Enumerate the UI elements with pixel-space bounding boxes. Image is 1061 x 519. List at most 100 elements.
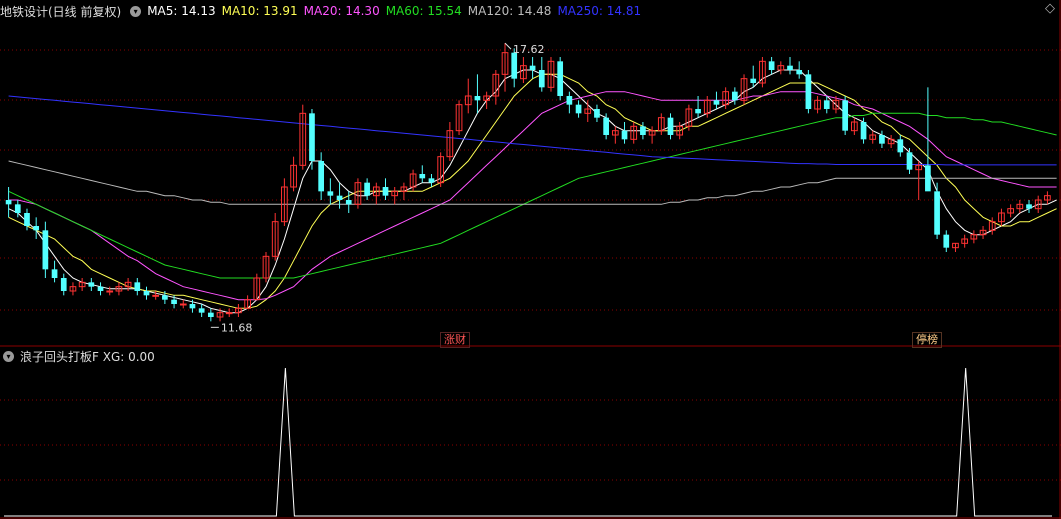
event-tag-2[interactable]: 停榜	[912, 332, 942, 348]
candle-body	[713, 100, 720, 105]
candle	[796, 61, 803, 79]
candle	[501, 43, 509, 92]
candle	[925, 87, 931, 192]
indicator-header: ▾ 浪子回头打板F XG: 0.00	[0, 347, 1061, 365]
candlestick-series[interactable]	[5, 43, 1051, 322]
candle	[648, 126, 656, 144]
candle	[271, 213, 279, 261]
candle-body	[336, 195, 343, 200]
candle	[97, 282, 104, 296]
candle	[455, 100, 463, 135]
signal-line	[4, 367, 1052, 517]
candle	[897, 135, 904, 157]
candle-body	[529, 65, 536, 70]
candle	[934, 182, 940, 239]
candle-body	[364, 182, 370, 196]
price-annotations: 17.62 11.68	[210, 42, 545, 334]
ma10-line	[8, 73, 1057, 309]
candle-body	[575, 104, 582, 114]
indicator-series	[4, 367, 1052, 517]
candle	[970, 230, 978, 244]
candle-body	[603, 117, 609, 135]
candle	[998, 208, 1005, 226]
candle	[529, 57, 536, 79]
indicator-toggle-icon[interactable]: ▾	[3, 350, 14, 362]
candle	[667, 113, 674, 140]
candle	[78, 278, 86, 291]
candle-body	[225, 312, 233, 315]
candle	[354, 178, 362, 209]
candle-body	[695, 109, 701, 114]
candle	[869, 130, 877, 144]
candle	[290, 156, 297, 192]
candle	[299, 104, 307, 170]
candle	[611, 126, 619, 144]
candle	[372, 182, 380, 205]
candle-body	[842, 100, 849, 131]
candle-body	[419, 174, 426, 179]
candle	[777, 61, 785, 75]
candle	[474, 74, 481, 114]
candle	[318, 152, 325, 200]
ma120-label: MA120: 14.48	[467, 4, 552, 18]
candle-body	[1026, 204, 1032, 209]
candle	[391, 187, 399, 205]
candle-body	[943, 234, 950, 248]
candle-body	[640, 126, 646, 135]
candle	[483, 91, 490, 109]
settings-toggle-icon[interactable]: ▾	[130, 5, 142, 17]
candle-body	[162, 295, 168, 300]
candle-body	[594, 109, 600, 118]
chart-canvas[interactable]: 17.62 11.68	[0, 0, 1061, 519]
candle-body	[750, 78, 757, 83]
candle-body	[731, 91, 738, 101]
ma60-label: MA60: 15.54	[385, 4, 462, 18]
ma250-line	[8, 95, 1057, 166]
candle	[419, 165, 426, 183]
candle	[1044, 191, 1051, 205]
candle-body	[51, 269, 58, 278]
candle-body	[24, 213, 30, 226]
candle-body	[934, 191, 940, 235]
candle-body	[796, 70, 803, 75]
candle	[851, 117, 858, 135]
candle-body	[207, 312, 214, 317]
high-price-label: 17.62	[513, 43, 545, 56]
stock-title[interactable]: 地铁设计(日线 前复权)	[0, 3, 121, 20]
diamond-icon[interactable]: ◇	[1045, 1, 1055, 16]
candle-body	[327, 191, 334, 196]
ma5-line	[8, 69, 1057, 314]
candle-body	[14, 204, 21, 213]
candle	[557, 57, 564, 101]
candle-body	[5, 200, 12, 205]
candle	[988, 217, 996, 235]
ma20-label: MA20: 14.30	[303, 4, 380, 18]
candle	[382, 178, 389, 200]
candle	[657, 113, 665, 135]
candle	[805, 70, 812, 114]
candle	[69, 282, 77, 296]
candle-body	[428, 178, 435, 183]
candle	[88, 278, 95, 291]
candle-body	[787, 65, 793, 70]
candle	[842, 96, 849, 135]
candle	[143, 286, 150, 300]
candle	[979, 226, 987, 239]
candle	[309, 109, 315, 170]
candle	[51, 260, 58, 283]
candle-body	[134, 282, 141, 291]
candle	[42, 221, 49, 278]
event-tag-1[interactable]: 涨财	[440, 332, 470, 348]
candle-body	[566, 96, 573, 105]
candle-body	[879, 135, 885, 144]
candle-body	[925, 165, 931, 192]
candle	[1007, 204, 1014, 218]
candle-body	[152, 294, 160, 297]
candle-body	[309, 113, 315, 161]
candle-body	[667, 117, 674, 135]
candle-body	[171, 299, 177, 304]
candle	[584, 100, 592, 122]
candle	[952, 242, 959, 252]
candle	[768, 57, 775, 75]
candle-body	[106, 290, 114, 293]
